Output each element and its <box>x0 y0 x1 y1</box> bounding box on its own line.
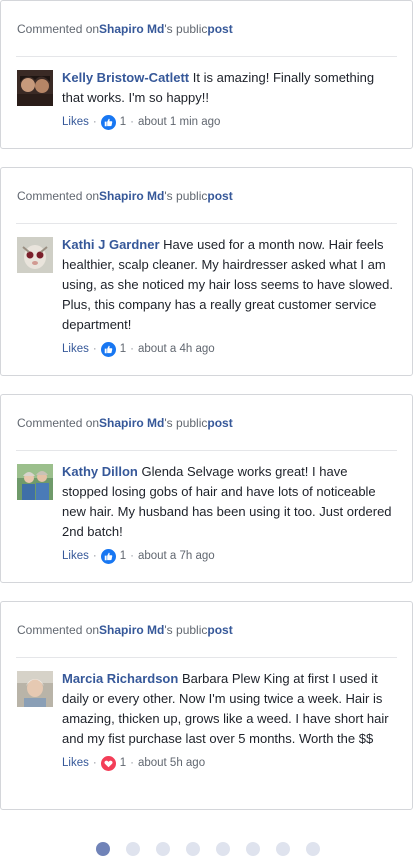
comment-author[interactable]: Kathy Dillon <box>62 464 138 479</box>
comment-time: about a 7h ago <box>137 550 215 562</box>
meta-separator: · <box>92 757 97 769</box>
header-suffix: 's public <box>164 622 208 637</box>
header-suffix: 's public <box>164 415 208 430</box>
comment-time: about 5h ago <box>137 757 206 769</box>
page-link[interactable]: Shapiro Md <box>99 623 164 637</box>
pager-dot-3[interactable] <box>155 842 170 856</box>
post-link[interactable]: post <box>207 22 232 36</box>
comment-time: about a 4h ago <box>137 343 215 355</box>
card-header: Commented on Shapiro Md's public post <box>16 395 397 451</box>
pager-dot-1[interactable] <box>95 842 110 856</box>
header-prefix: Commented on <box>17 415 100 430</box>
header-prefix: Commented on <box>17 21 100 36</box>
comment-author[interactable]: Kathi J Gardner <box>62 237 160 252</box>
comment-time: about 1 min ago <box>137 116 221 128</box>
avatar[interactable] <box>17 464 53 500</box>
page-link[interactable]: Shapiro Md <box>99 22 164 36</box>
meta-separator: · <box>130 116 134 128</box>
reaction-count: 1 <box>119 757 127 769</box>
likes-link[interactable]: Likes <box>62 550 89 562</box>
meta-separator: · <box>130 343 134 355</box>
pager-dot-4[interactable] <box>185 842 200 856</box>
pager-dot-2[interactable] <box>125 842 140 856</box>
likes-link[interactable]: Likes <box>62 343 89 355</box>
meta-separator: · <box>92 116 97 128</box>
reaction-count: 1 <box>119 343 127 355</box>
avatar[interactable] <box>17 237 53 273</box>
meta-separator: · <box>130 550 134 562</box>
comment-card: Commented on Shapiro Md's public post Ka… <box>0 167 413 376</box>
reaction-count: 1 <box>119 550 127 562</box>
comment-text: Kathy Dillon Glenda Selvage works great!… <box>62 462 397 542</box>
comment-text: Kelly Bristow-Catlett It is amazing! Fin… <box>62 68 397 108</box>
page-link[interactable]: Shapiro Md <box>99 416 164 430</box>
comment-text: Kathi J Gardner Have used for a month no… <box>62 235 397 335</box>
pager-dot-8[interactable] <box>305 842 320 856</box>
comment-meta: Likes · 1 · about 1 min ago <box>62 113 397 131</box>
card-header: Commented on Shapiro Md's public post <box>16 602 397 658</box>
avatar[interactable] <box>17 671 53 707</box>
header-prefix: Commented on <box>17 188 100 203</box>
pager-dot-6[interactable] <box>245 842 260 856</box>
meta-separator: · <box>92 343 97 355</box>
likes-link[interactable]: Likes <box>62 116 89 128</box>
comment-card: Commented on Shapiro Md's public post Ke… <box>0 0 413 149</box>
comment-text: Marcia Richardson Barbara Plew King at f… <box>62 669 397 749</box>
comment-body: Kathi J Gardner Have used for a month no… <box>1 224 412 358</box>
likes-link[interactable]: Likes <box>62 757 89 769</box>
header-suffix: 's public <box>164 188 208 203</box>
pager-dot-7[interactable] <box>275 842 290 856</box>
comment-meta: Likes · 1 · about 5h ago <box>62 754 397 772</box>
card-header: Commented on Shapiro Md's public post <box>16 168 397 224</box>
card-header: Commented on Shapiro Md's public post <box>16 1 397 57</box>
post-link[interactable]: post <box>207 189 232 203</box>
page-link[interactable]: Shapiro Md <box>99 189 164 203</box>
comment-card: Commented on Shapiro Md's public post Ma… <box>0 601 413 810</box>
header-prefix: Commented on <box>17 622 100 637</box>
thumbs-up-icon <box>100 341 116 357</box>
reaction-count: 1 <box>119 116 127 128</box>
avatar[interactable] <box>17 70 53 106</box>
meta-separator: · <box>130 757 134 769</box>
comment-body: Kathy Dillon Glenda Selvage works great!… <box>1 451 412 565</box>
comment-body: Kelly Bristow-Catlett It is amazing! Fin… <box>1 57 412 131</box>
post-link[interactable]: post <box>207 416 232 430</box>
comment-meta: Likes · 1 · about a 7h ago <box>62 547 397 565</box>
thumbs-up-icon <box>100 548 116 564</box>
comment-author[interactable]: Marcia Richardson <box>62 671 178 686</box>
post-link[interactable]: post <box>207 623 232 637</box>
comment-meta: Likes · 1 · about a 4h ago <box>62 340 397 358</box>
thumbs-up-icon <box>100 114 116 130</box>
comment-body: Marcia Richardson Barbara Plew King at f… <box>1 658 412 772</box>
comment-card: Commented on Shapiro Md's public post Ka… <box>0 394 413 583</box>
header-suffix: 's public <box>164 21 208 36</box>
pager-dot-5[interactable] <box>215 842 230 856</box>
carousel-pager <box>0 842 415 856</box>
comment-author[interactable]: Kelly Bristow-Catlett <box>62 70 189 85</box>
meta-separator: · <box>92 550 97 562</box>
heart-icon <box>100 755 116 771</box>
